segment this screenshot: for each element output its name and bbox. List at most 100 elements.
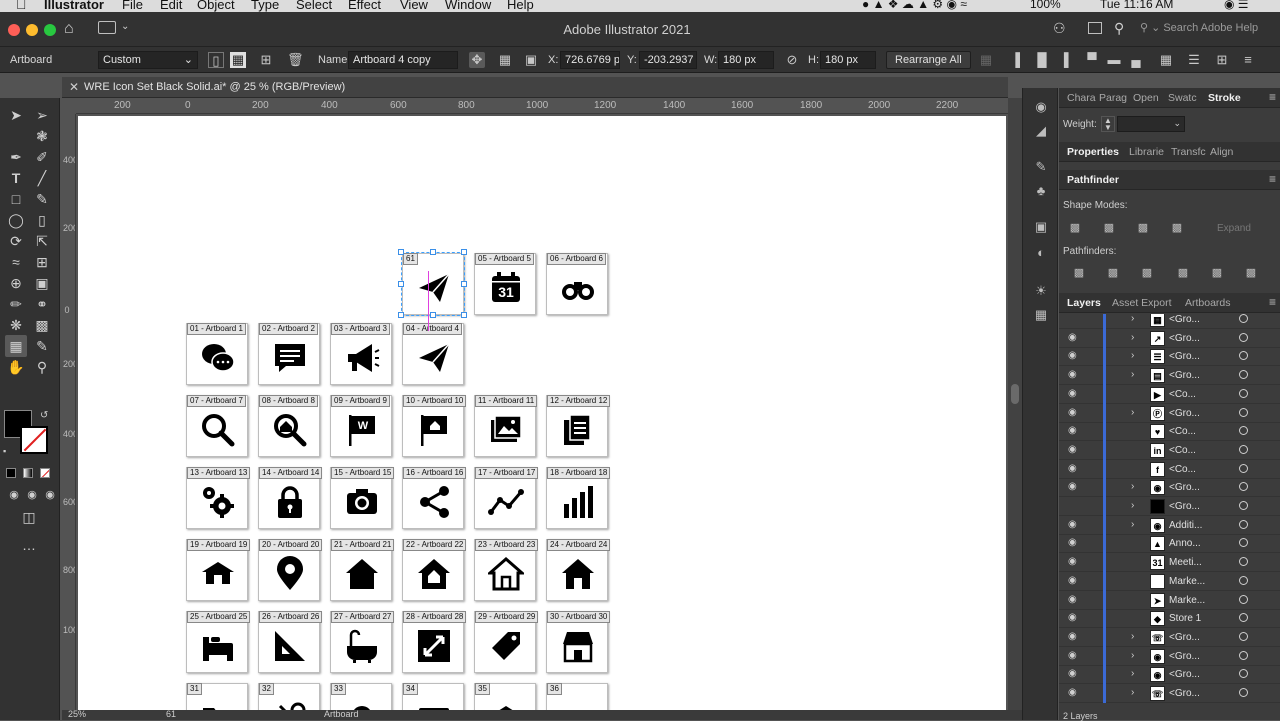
artboard-tile[interactable]: 12 - Artboard 12 [546,395,611,457]
reference-point-icon[interactable]: ▣ [523,52,539,68]
blend-tool-icon[interactable]: ⚭ [31,293,53,315]
layer-row[interactable]: ◉ in <Co... [1059,440,1280,460]
resize-handle[interactable] [430,249,436,255]
tab-pathfinder[interactable]: Pathfinder [1067,174,1119,186]
artboard-tile[interactable]: 27 - Artboard 27 [330,611,395,673]
chevron-right-icon[interactable]: › [1131,519,1134,530]
artboard-tile[interactable]: 29 - Artboard 29 [474,611,539,673]
symbol-sprayer-tool-icon[interactable]: ❋ [5,314,27,336]
layer-target-icon[interactable] [1239,463,1248,473]
layer-target-icon[interactable] [1239,444,1248,454]
layer-row[interactable]: ◉ › ☰ <Gro... [1059,347,1280,367]
exclude-icon[interactable]: ▩ [1169,221,1185,235]
layer-target-icon[interactable] [1239,575,1248,585]
layer-target-icon[interactable] [1239,388,1248,398]
unite-icon[interactable]: ▩ [1067,221,1083,235]
symbols-icon[interactable]: ♣ [1032,182,1050,200]
artboard-number-input[interactable]: 61 [166,710,176,719]
align-bottom-icon[interactable]: ▄ [1128,52,1144,68]
close-document-icon[interactable]: ✕ [69,80,79,94]
chevron-right-icon[interactable]: › [1131,668,1134,679]
default-colors-icon[interactable]: ▪ [3,446,6,456]
layer-row[interactable]: › ■ <Gro... [1059,497,1280,516]
color-panel-icon[interactable]: ◉ [1032,98,1050,116]
eraser-tool-icon[interactable]: ▯ [31,209,53,231]
visibility-eye-icon[interactable]: ◉ [1068,612,1077,623]
align-to-icon[interactable]: ▦ [1158,52,1174,68]
artboard-name-input[interactable]: Artboard 4 copy [348,51,458,69]
chevron-right-icon[interactable]: › [1131,332,1134,343]
lasso-tool-icon[interactable]: ❃ [31,125,53,147]
panel-menu-icon[interactable]: ≡ [1269,295,1276,309]
visibility-eye-icon[interactable]: ◉ [1068,444,1077,455]
layer-row[interactable]: ◉ › ↗ <Gro... [1059,328,1280,348]
layer-row[interactable]: ◉ ▶ <Co... [1059,384,1280,404]
move-artwork-icon[interactable]: ✥ [469,52,485,68]
zoom-level-select[interactable]: 25% [68,710,86,719]
selection-tool-icon[interactable]: ➤ [5,104,27,126]
menu-select[interactable]: Select [296,0,332,12]
tab-stroke[interactable]: Stroke [1208,92,1241,104]
scrollbar-thumb[interactable] [1011,384,1019,404]
gradient-mode-icon[interactable] [23,468,33,478]
layer-row[interactable]: ◉ › ☏ <Gro... [1059,627,1280,647]
artboard-tool-icon[interactable]: ▦ [5,335,27,357]
tab-transform[interactable]: Transfc [1171,146,1206,158]
control-menu-icon[interactable]: ≡ [1240,52,1256,68]
minus-front-icon[interactable]: ▩ [1101,221,1117,235]
chevron-right-icon[interactable]: › [1131,350,1134,361]
panel-menu-icon[interactable]: ≡ [1269,172,1276,186]
workspace-icon[interactable] [1088,22,1102,34]
layer-row[interactable]: ◉ › ☏ <Gro... [1059,684,1280,703]
resize-handle[interactable] [461,249,467,255]
align-top-icon[interactable]: ▀ [1084,52,1100,68]
menu-help[interactable]: Help [507,0,534,12]
menu-type[interactable]: Type [251,0,279,12]
layer-target-icon[interactable] [1239,613,1248,623]
layer-row[interactable]: › ▦ <Gro... [1059,314,1280,329]
rotate-tool-icon[interactable]: ⟳ [5,230,27,252]
menu-effect[interactable]: Effect [348,0,381,12]
link-icon[interactable]: ⊘ [784,52,800,68]
chevron-right-icon[interactable]: › [1131,687,1134,698]
layer-row[interactable]: ◉ › ◉ <Gro... [1059,646,1280,666]
layer-row[interactable]: ◉ f <Co... [1059,459,1280,479]
chevron-right-icon[interactable]: › [1131,481,1134,492]
direct-selection-tool-icon[interactable]: ➢ [31,104,53,126]
properties-icon[interactable]: ☰ [1186,52,1202,68]
artboard-tile[interactable]: 08 - Artboard 8 [258,395,320,457]
layer-row[interactable]: ◉ ♥ <Co... [1059,422,1280,442]
transform-icon[interactable]: ⊞ [1214,52,1230,68]
resize-handle[interactable] [461,281,467,287]
visibility-eye-icon[interactable]: ◉ [1068,425,1077,436]
artboard-tile[interactable]: 05 - Artboard 5 31 [474,253,536,315]
visibility-eye-icon[interactable]: ◉ [1068,537,1077,548]
color-mode-icon[interactable] [6,468,16,478]
scale-tool-icon[interactable]: ⇱ [31,230,53,252]
menubar-clock[interactable]: Tue 11:16 AM [1100,0,1173,11]
menu-edit[interactable]: Edit [160,0,182,12]
align-middle-icon[interactable]: ▬ [1106,52,1122,68]
main-artboard[interactable]: 61 05 - Artboard 5 31 06 - Artboard 6 01 - A… [78,116,1006,720]
shape-builder-tool-icon[interactable]: ⊕ [5,272,27,294]
merge-icon[interactable]: ▩ [1139,266,1155,280]
align-left-icon[interactable]: ▌ [1012,52,1028,68]
visibility-eye-icon[interactable]: ◉ [1068,668,1077,679]
help-search-input[interactable]: ⚲ ⌄ Search Adobe Help [1140,21,1258,34]
artboard-tile[interactable]: 18 - Artboard 18 [546,467,611,529]
layer-target-icon[interactable] [1239,631,1248,641]
width-input[interactable]: 180 px [718,51,774,69]
weight-input[interactable]: ⌄ [1117,116,1185,132]
layer-row[interactable]: ◉ 31 Meeti... [1059,553,1280,573]
layer-target-icon[interactable] [1239,351,1248,361]
chevron-right-icon[interactable]: › [1131,650,1134,661]
new-artboard-icon[interactable]: ⊞ [258,52,274,68]
paintbrush-tool-icon[interactable]: ✎ [31,188,53,210]
visibility-eye-icon[interactable]: ◉ [1068,332,1077,343]
color-guide-icon[interactable]: ◢ [1032,122,1050,140]
layer-target-icon[interactable] [1239,688,1248,697]
visibility-eye-icon[interactable]: ◉ [1068,519,1077,530]
chevron-right-icon[interactable]: › [1131,407,1134,418]
visibility-eye-icon[interactable]: ◉ [1068,463,1077,474]
transparency-icon[interactable]: ◐ [1032,244,1050,262]
